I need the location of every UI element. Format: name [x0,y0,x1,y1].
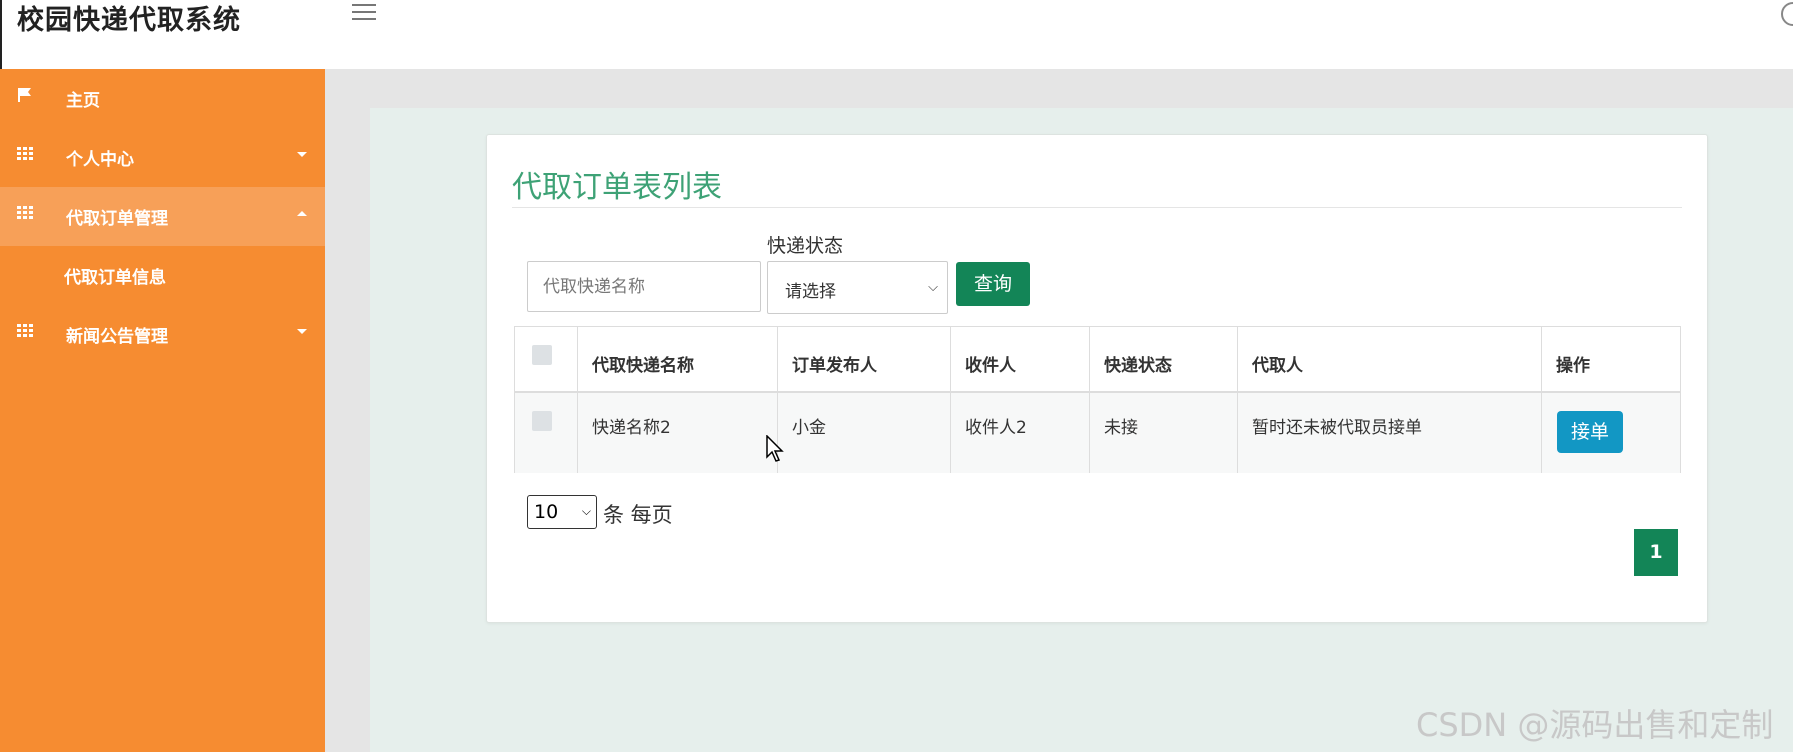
column-header-text: 代取快递名称 [592,356,694,376]
app-title: 校园快递代取系统 [17,5,241,36]
grid-icon [17,206,33,219]
status-select-value: 请选择 [785,282,836,302]
sidebar-item-news-management[interactable]: 新闻公告管理 [0,305,325,364]
mouse-cursor-icon [766,435,784,462]
cell-text: 小金 [792,418,826,438]
pagination-page-button[interactable]: 1 [1634,529,1678,576]
table-row: 快递名称2 小金 收件人2 未接 暂时还未被代取员接单 接单 [515,393,1680,473]
column-header: 代取快递名称 [578,327,778,391]
chevron-down-icon: ⌵ [928,280,938,295]
table-cell: 接单 [1542,393,1680,473]
chevron-down-icon: ⌵ [581,504,591,518]
accept-order-button[interactable]: 接单 [1557,411,1623,453]
column-header: 代取人 [1238,327,1542,391]
cell-text: 未接 [1104,418,1138,438]
column-header: 收件人 [951,327,1090,391]
page-size-value: 10 [534,501,559,523]
user-avatar[interactable] [1781,2,1793,26]
table-cell: 小金 [778,393,951,473]
row-checkbox[interactable] [532,411,552,431]
status-select[interactable]: 请选择 ⌵ [767,261,948,314]
search-input[interactable] [527,261,761,312]
column-header-text: 操作 [1556,356,1590,376]
sidebar-item-label: 个人中心 [66,150,134,170]
column-header-text: 快递状态 [1104,356,1172,376]
sidebar-item-label: 代取订单管理 [66,209,168,229]
caret-up-icon [297,211,307,216]
sidebar-subitem-order-info[interactable]: 代取订单信息 [0,246,325,305]
menu-toggle-icon[interactable] [352,4,376,24]
grid-icon [17,324,33,337]
table-cell: 未接 [1090,393,1238,473]
sidebar-item-label: 主页 [66,91,100,111]
row-select-cell [515,393,578,473]
query-button[interactable]: 查询 [956,262,1030,306]
column-header: 操作 [1542,327,1680,391]
sidebar-item-home[interactable]: 主页 [0,69,325,128]
sidebar-item-label: 新闻公告管理 [66,327,168,347]
watermark: CSDN @源码出售和定制 [1416,706,1774,744]
column-header-text: 订单发布人 [792,356,877,376]
table-header-row: 代取快递名称 订单发布人 收件人 快递状态 代取人 操作 [515,327,1680,393]
flag-icon [18,88,31,102]
column-header-text: 代取人 [1252,356,1303,376]
sidebar-item-personal-center[interactable]: 个人中心 [0,128,325,187]
table-cell: 快递名称2 [578,393,778,473]
top-header: 校园快递代取系统 [0,0,1793,69]
order-list-card: 代取订单表列表 快递状态 请选择 ⌵ 查询 代取快递名称 订单发布人 收件人 快… [486,134,1708,623]
column-header: 订单发布人 [778,327,951,391]
status-filter-label: 快递状态 [767,235,844,257]
cell-text: 收件人2 [965,418,1027,438]
table-cell: 收件人2 [951,393,1090,473]
grid-icon [17,147,33,160]
cell-text: 快递名称2 [592,418,671,438]
cell-text: 暂时还未被代取员接单 [1252,418,1422,438]
sidebar-item-label: 代取订单信息 [64,268,166,288]
column-header: 快递状态 [1090,327,1238,391]
divider [512,207,1682,208]
column-header-text: 收件人 [965,356,1016,376]
header-select-cell [515,327,578,391]
caret-down-icon [297,152,307,157]
orders-table: 代取快递名称 订单发布人 收件人 快递状态 代取人 操作 快递名称2 小金 收件… [514,326,1681,473]
page-size-select[interactable]: 10 ⌵ [527,495,597,529]
caret-down-icon [297,329,307,334]
page-size-suffix: 条 每页 [603,503,673,527]
page-title: 代取订单表列表 [512,170,722,205]
sidebar: 主页 个人中心 代取订单管理 代取订单信息 新闻公告管理 [0,69,325,752]
select-all-checkbox[interactable] [532,345,552,365]
sidebar-item-order-management[interactable]: 代取订单管理 [0,187,325,246]
table-cell: 暂时还未被代取员接单 [1238,393,1542,473]
